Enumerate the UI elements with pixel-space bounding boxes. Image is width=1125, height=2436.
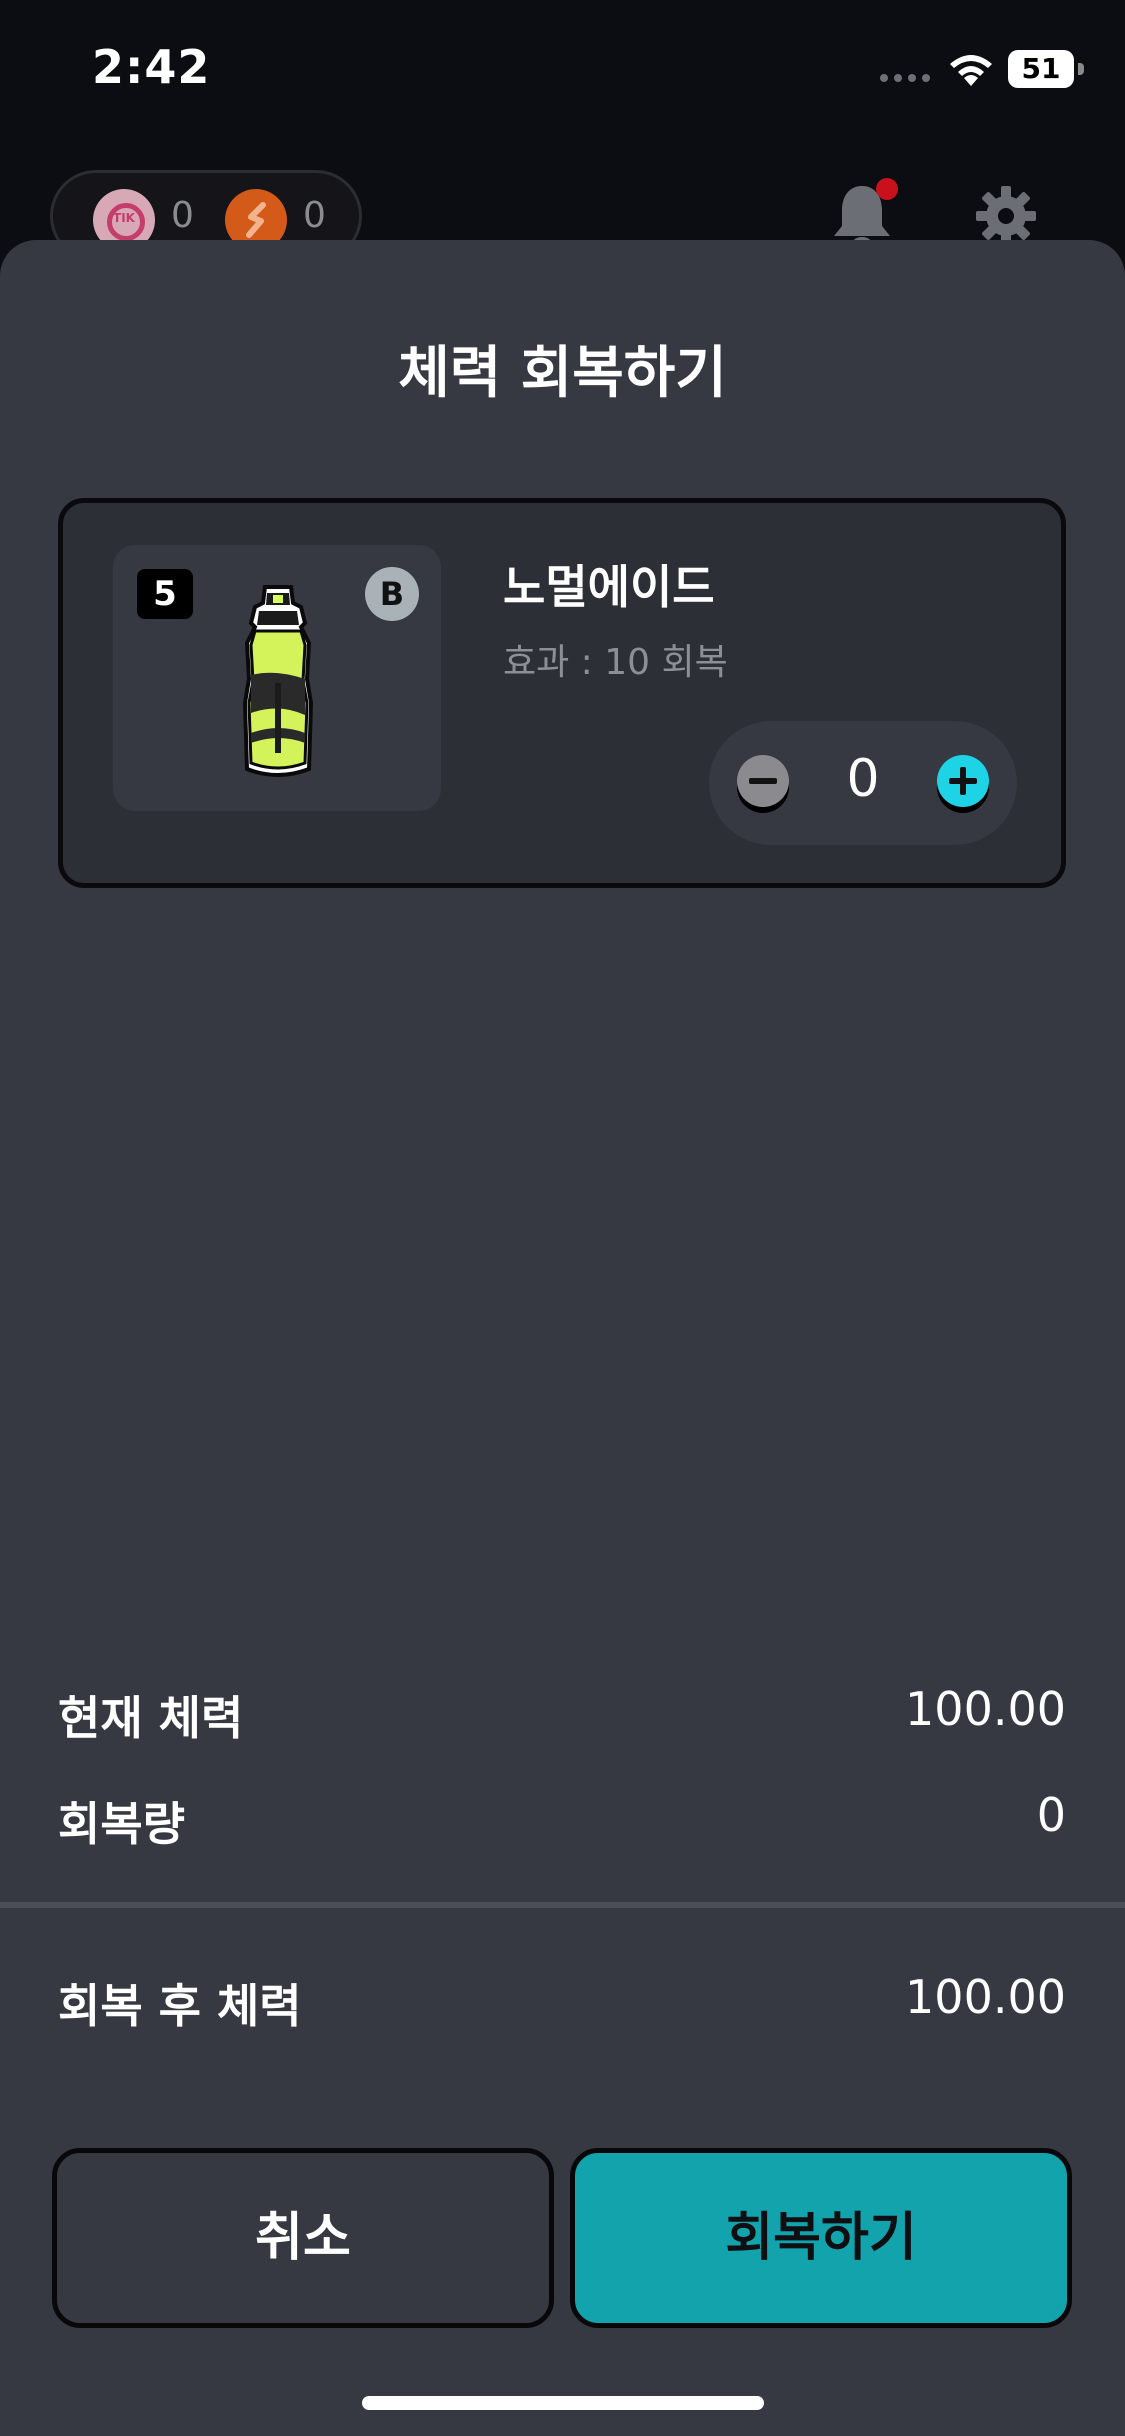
status-time: 2:42 [92, 40, 211, 94]
recover-button[interactable]: 회복하기 [570, 2148, 1072, 2328]
s-coin-count: 0 [303, 195, 326, 236]
item-card[interactable]: 5 B 노멀에이드 효과 : 10 회복 0 [58, 498, 1066, 888]
cellular-signal-icon [880, 74, 930, 82]
item-name: 노멀에이드 [503, 560, 715, 614]
quantity-stepper: 0 [709, 721, 1017, 845]
notification-dot [876, 178, 898, 200]
battery-level: 51 [1021, 52, 1061, 85]
wifi-icon [950, 55, 992, 86]
current-hp-value: 100.00 [905, 1682, 1066, 1736]
status-bar: 2:42 51 [0, 0, 1125, 140]
item-effect: 효과 : 10 회복 [503, 642, 728, 683]
recovery-amount-label: 회복량 [58, 1797, 185, 1851]
stepper-value: 0 [846, 749, 880, 809]
current-hp-row: 현재 체력 100.00 [58, 1682, 1066, 1752]
recovery-amount-row: 회복량 0 [58, 1788, 1066, 1858]
recovery-amount-value: 0 [1036, 1788, 1066, 1842]
after-hp-value: 100.00 [905, 1970, 1066, 2024]
gear-icon[interactable] [974, 184, 1038, 248]
item-thumbnail: 5 B [113, 545, 441, 811]
quantity-badge: 5 [137, 569, 193, 619]
after-hp-label: 회복 후 체력 [58, 1979, 302, 2033]
after-hp-row: 회복 후 체력 100.00 [58, 1970, 1066, 2040]
tik-coin-count: 0 [171, 195, 194, 236]
minus-button-icon[interactable] [733, 753, 793, 813]
current-hp-label: 현재 체력 [58, 1691, 244, 1745]
plus-button-icon[interactable] [933, 753, 993, 813]
home-indicator[interactable] [362, 2396, 764, 2410]
recovery-sheet: 체력 회복하기 5 B 노멀에이드 효과 : 10 회복 0 현재 체력 100… [0, 240, 1125, 2436]
sheet-title: 체력 회복하기 [398, 341, 727, 406]
water-bottle-icon [242, 585, 314, 777]
grade-badge: B [365, 567, 419, 621]
screen: 2:42 51 TIK 0 0 체력 회복하기 5 B 노멀에이드 효과: 1… [0, 0, 1125, 2436]
battery-icon: 51 [1008, 50, 1084, 88]
divider [0, 1902, 1125, 1908]
cancel-button[interactable]: 취소 [52, 2148, 554, 2328]
